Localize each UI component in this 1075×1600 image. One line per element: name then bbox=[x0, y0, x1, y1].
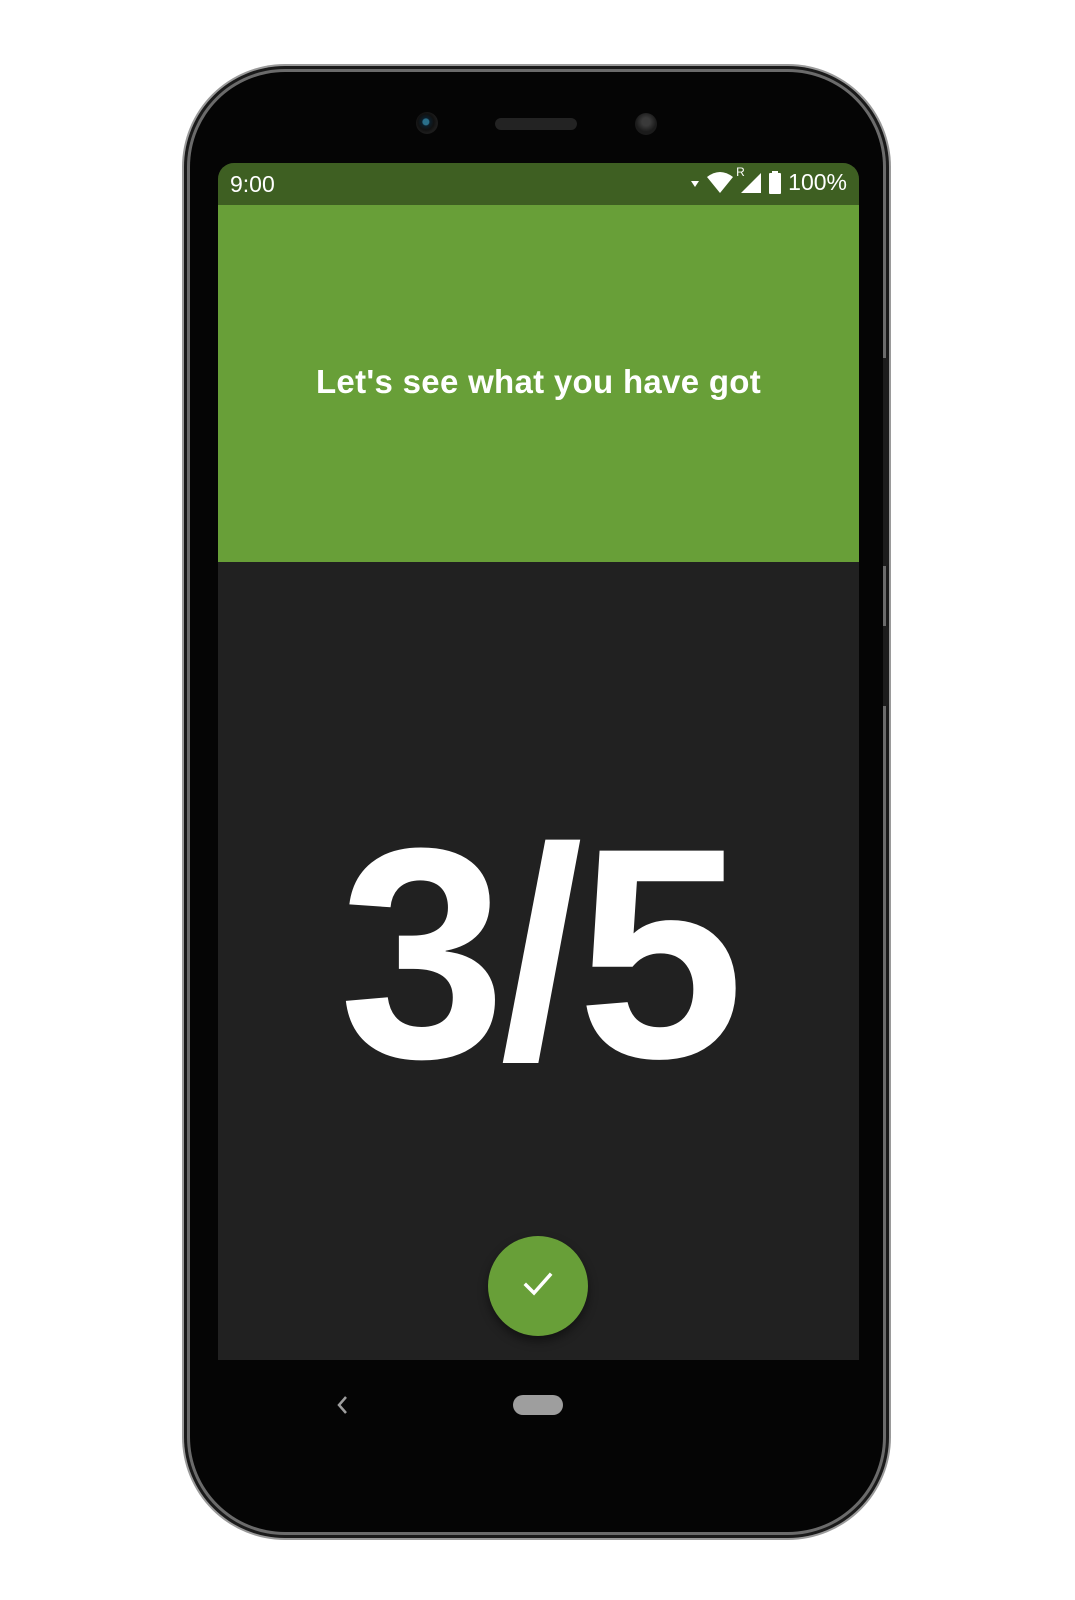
cell-signal-icon: R bbox=[736, 165, 762, 194]
score-display: 3/5 bbox=[338, 785, 744, 1121]
earpiece-speaker bbox=[495, 118, 577, 130]
header-banner: Let's see what you have got bbox=[218, 205, 859, 562]
page-title: Let's see what you have got bbox=[315, 362, 762, 400]
proximity-sensor bbox=[635, 113, 657, 135]
back-icon bbox=[335, 1394, 349, 1420]
status-bar: 9:00 R 100% bbox=[218, 163, 859, 205]
network-indicator: R bbox=[736, 164, 745, 179]
confirm-button[interactable] bbox=[488, 1236, 588, 1336]
wifi-icon bbox=[706, 171, 734, 195]
volume-button bbox=[883, 358, 889, 566]
power-button bbox=[883, 626, 889, 706]
front-camera bbox=[416, 112, 438, 134]
page: 9:00 R 100% Let's see what you have got … bbox=[0, 0, 1075, 1600]
battery-percent: 100% bbox=[788, 169, 847, 195]
status-icons: R 100% bbox=[690, 165, 847, 196]
app-screen: 9:00 R 100% Let's see what you have got … bbox=[218, 163, 859, 1360]
home-button[interactable] bbox=[513, 1395, 563, 1415]
back-button[interactable] bbox=[330, 1392, 354, 1422]
status-time: 9:00 bbox=[230, 171, 275, 197]
check-icon bbox=[520, 1266, 556, 1306]
data-activity-icon bbox=[690, 177, 700, 189]
battery-icon bbox=[768, 170, 782, 195]
